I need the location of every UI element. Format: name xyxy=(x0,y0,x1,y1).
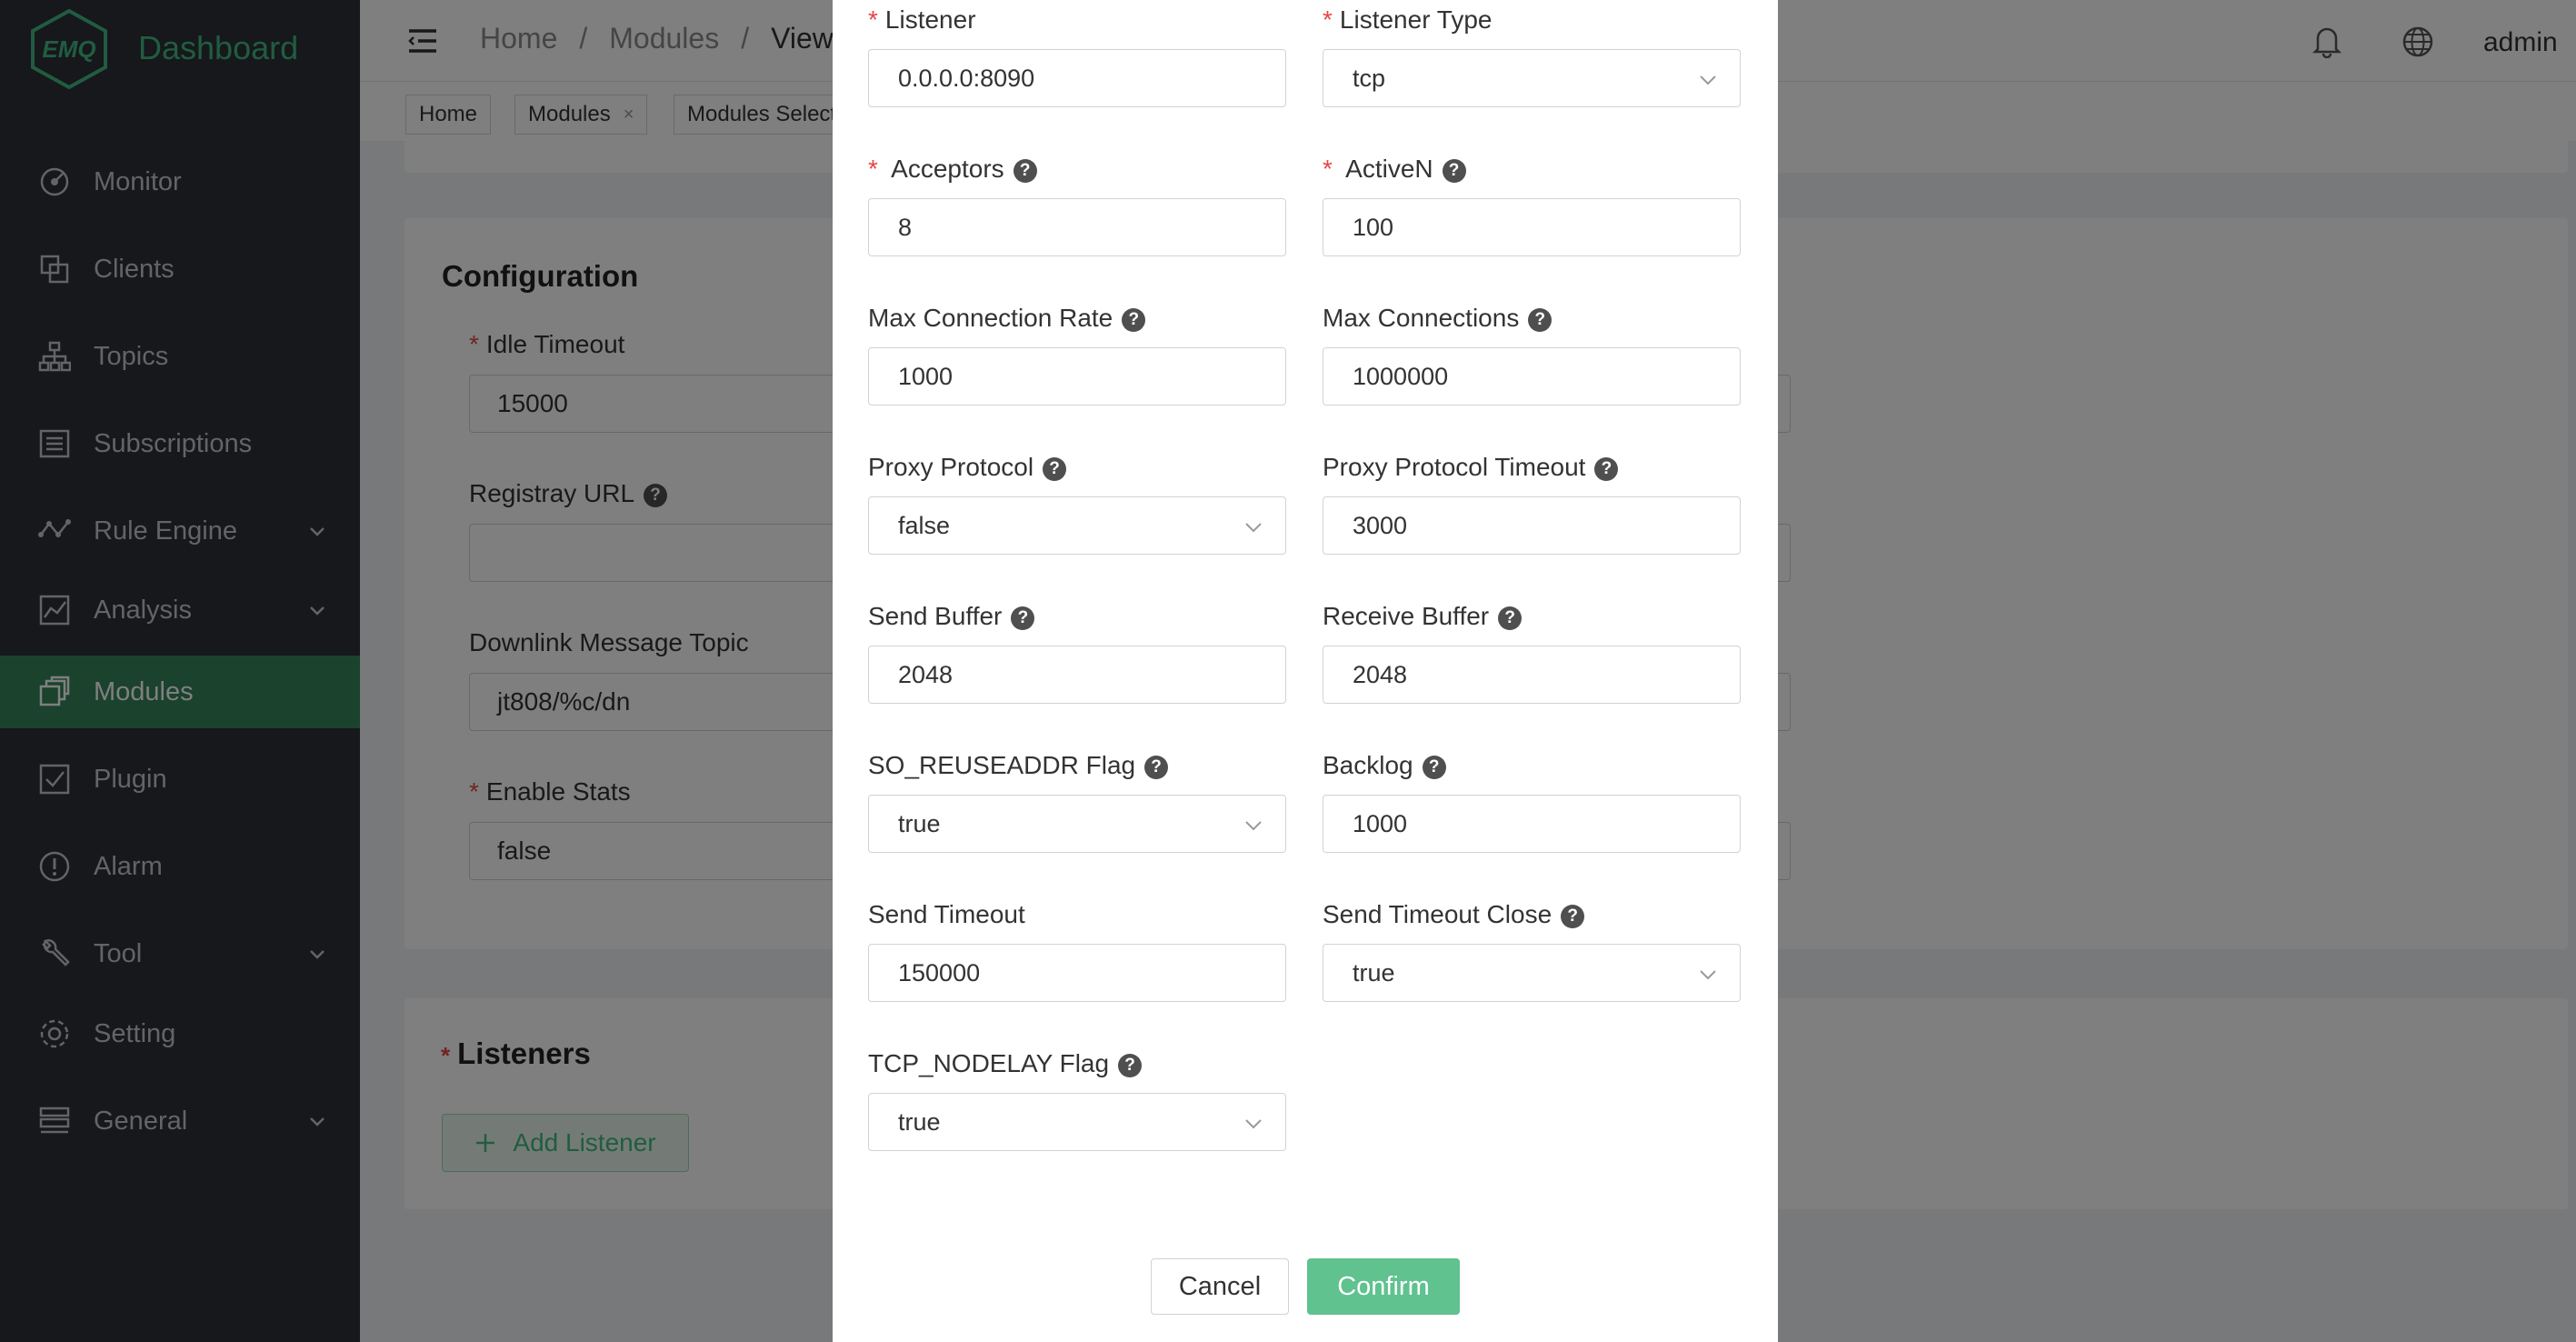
chevron-down-icon xyxy=(1700,75,1716,85)
max-connections-input[interactable]: 1000000 xyxy=(1323,347,1741,406)
proxy-protocol-value: false xyxy=(898,511,951,539)
max-connections-label-text: Max Connections xyxy=(1323,304,1520,332)
send-timeout-close-label: Send Timeout Close? xyxy=(1323,900,1585,929)
acceptors-input[interactable]: 8 xyxy=(868,198,1286,256)
help-icon[interactable]: ? xyxy=(1442,159,1466,183)
help-icon[interactable]: ? xyxy=(1122,308,1146,332)
proxy-protocol-label-text: Proxy Protocol xyxy=(868,453,1034,481)
listener-input[interactable]: 0.0.0.0:8090 xyxy=(868,49,1286,107)
reuseaddr-value: true xyxy=(898,809,941,837)
send-timeout-close-select[interactable]: true xyxy=(1323,944,1741,1002)
send-timeout-close-label-text: Send Timeout Close xyxy=(1323,900,1553,928)
cancel-button[interactable]: Cancel xyxy=(1151,1258,1289,1315)
chevron-down-icon xyxy=(1245,523,1262,533)
backlog-label: Backlog? xyxy=(1323,751,1446,780)
nodelay-select[interactable]: true xyxy=(868,1093,1286,1151)
help-icon[interactable]: ? xyxy=(1498,606,1523,630)
proxy-protocol-timeout-input[interactable]: 3000 xyxy=(1323,496,1741,555)
help-icon[interactable]: ? xyxy=(1144,756,1169,779)
active-n-label: * ActiveN? xyxy=(1323,155,1466,184)
backlog-label-text: Backlog xyxy=(1323,751,1413,779)
proxy-protocol-label: Proxy Protocol? xyxy=(868,453,1067,482)
backlog-input[interactable]: 1000 xyxy=(1323,795,1741,853)
max-connection-rate-label-text: Max Connection Rate xyxy=(868,304,1113,332)
help-icon[interactable]: ? xyxy=(1594,457,1619,481)
listener-label-text: Listener xyxy=(884,5,976,34)
active-n-label-text: ActiveN xyxy=(1345,155,1433,183)
reuseaddr-label-text: SO_REUSEADDR Flag xyxy=(868,751,1136,779)
help-icon[interactable]: ? xyxy=(1561,905,1585,928)
proxy-protocol-select[interactable]: false xyxy=(868,496,1286,555)
send-buffer-input[interactable]: 2048 xyxy=(868,646,1286,704)
acceptors-label: * Acceptors? xyxy=(868,155,1037,184)
chevron-down-icon xyxy=(1245,821,1262,831)
nodelay-label: TCP_NODELAY Flag? xyxy=(868,1049,1143,1078)
listener-dialog: * Listener 0.0.0.0:8090 * Listener Type tc… xyxy=(833,0,1778,1342)
send-timeout-close-value: true xyxy=(1353,958,1395,986)
send-timeout-input[interactable]: 150000 xyxy=(868,944,1286,1002)
max-connection-rate-input[interactable]: 1000 xyxy=(868,347,1286,406)
help-icon[interactable]: ? xyxy=(1118,1054,1143,1077)
proxy-protocol-timeout-label: Proxy Protocol Timeout? xyxy=(1323,453,1619,482)
reuseaddr-select[interactable]: true xyxy=(868,795,1286,853)
chevron-down-icon xyxy=(1700,970,1716,980)
receive-buffer-label-text: Receive Buffer xyxy=(1323,602,1490,630)
send-buffer-label-text: Send Buffer xyxy=(868,602,1003,630)
receive-buffer-label: Receive Buffer? xyxy=(1323,602,1523,631)
receive-buffer-input[interactable]: 2048 xyxy=(1323,646,1741,704)
max-connection-rate-label: Max Connection Rate? xyxy=(868,304,1146,333)
reuseaddr-label: SO_REUSEADDR Flag? xyxy=(868,751,1169,780)
nodelay-value: true xyxy=(898,1107,941,1136)
listener-type-select[interactable]: tcp xyxy=(1323,49,1741,107)
listener-type-value: tcp xyxy=(1353,64,1386,92)
help-icon[interactable]: ? xyxy=(1528,308,1553,332)
help-icon[interactable]: ? xyxy=(1043,457,1067,481)
confirm-button[interactable]: Confirm xyxy=(1307,1258,1460,1315)
help-icon[interactable]: ? xyxy=(1422,756,1446,779)
send-buffer-label: Send Buffer? xyxy=(868,602,1035,631)
nodelay-label-text: TCP_NODELAY Flag xyxy=(868,1049,1110,1077)
listener-type-label: * Listener Type xyxy=(1323,5,1493,34)
listener-label: * Listener xyxy=(868,5,976,34)
acceptors-label-text: Acceptors xyxy=(891,155,1004,183)
max-connections-label: Max Connections? xyxy=(1323,304,1553,333)
help-icon[interactable]: ? xyxy=(1011,606,1035,630)
chevron-down-icon xyxy=(1245,1119,1262,1129)
listener-type-label-text: Listener Type xyxy=(1339,5,1493,34)
send-timeout-label: Send Timeout xyxy=(868,900,1025,928)
proxy-protocol-timeout-label-text: Proxy Protocol Timeout xyxy=(1323,453,1586,481)
help-icon[interactable]: ? xyxy=(1013,159,1037,183)
active-n-input[interactable]: 100 xyxy=(1323,198,1741,256)
